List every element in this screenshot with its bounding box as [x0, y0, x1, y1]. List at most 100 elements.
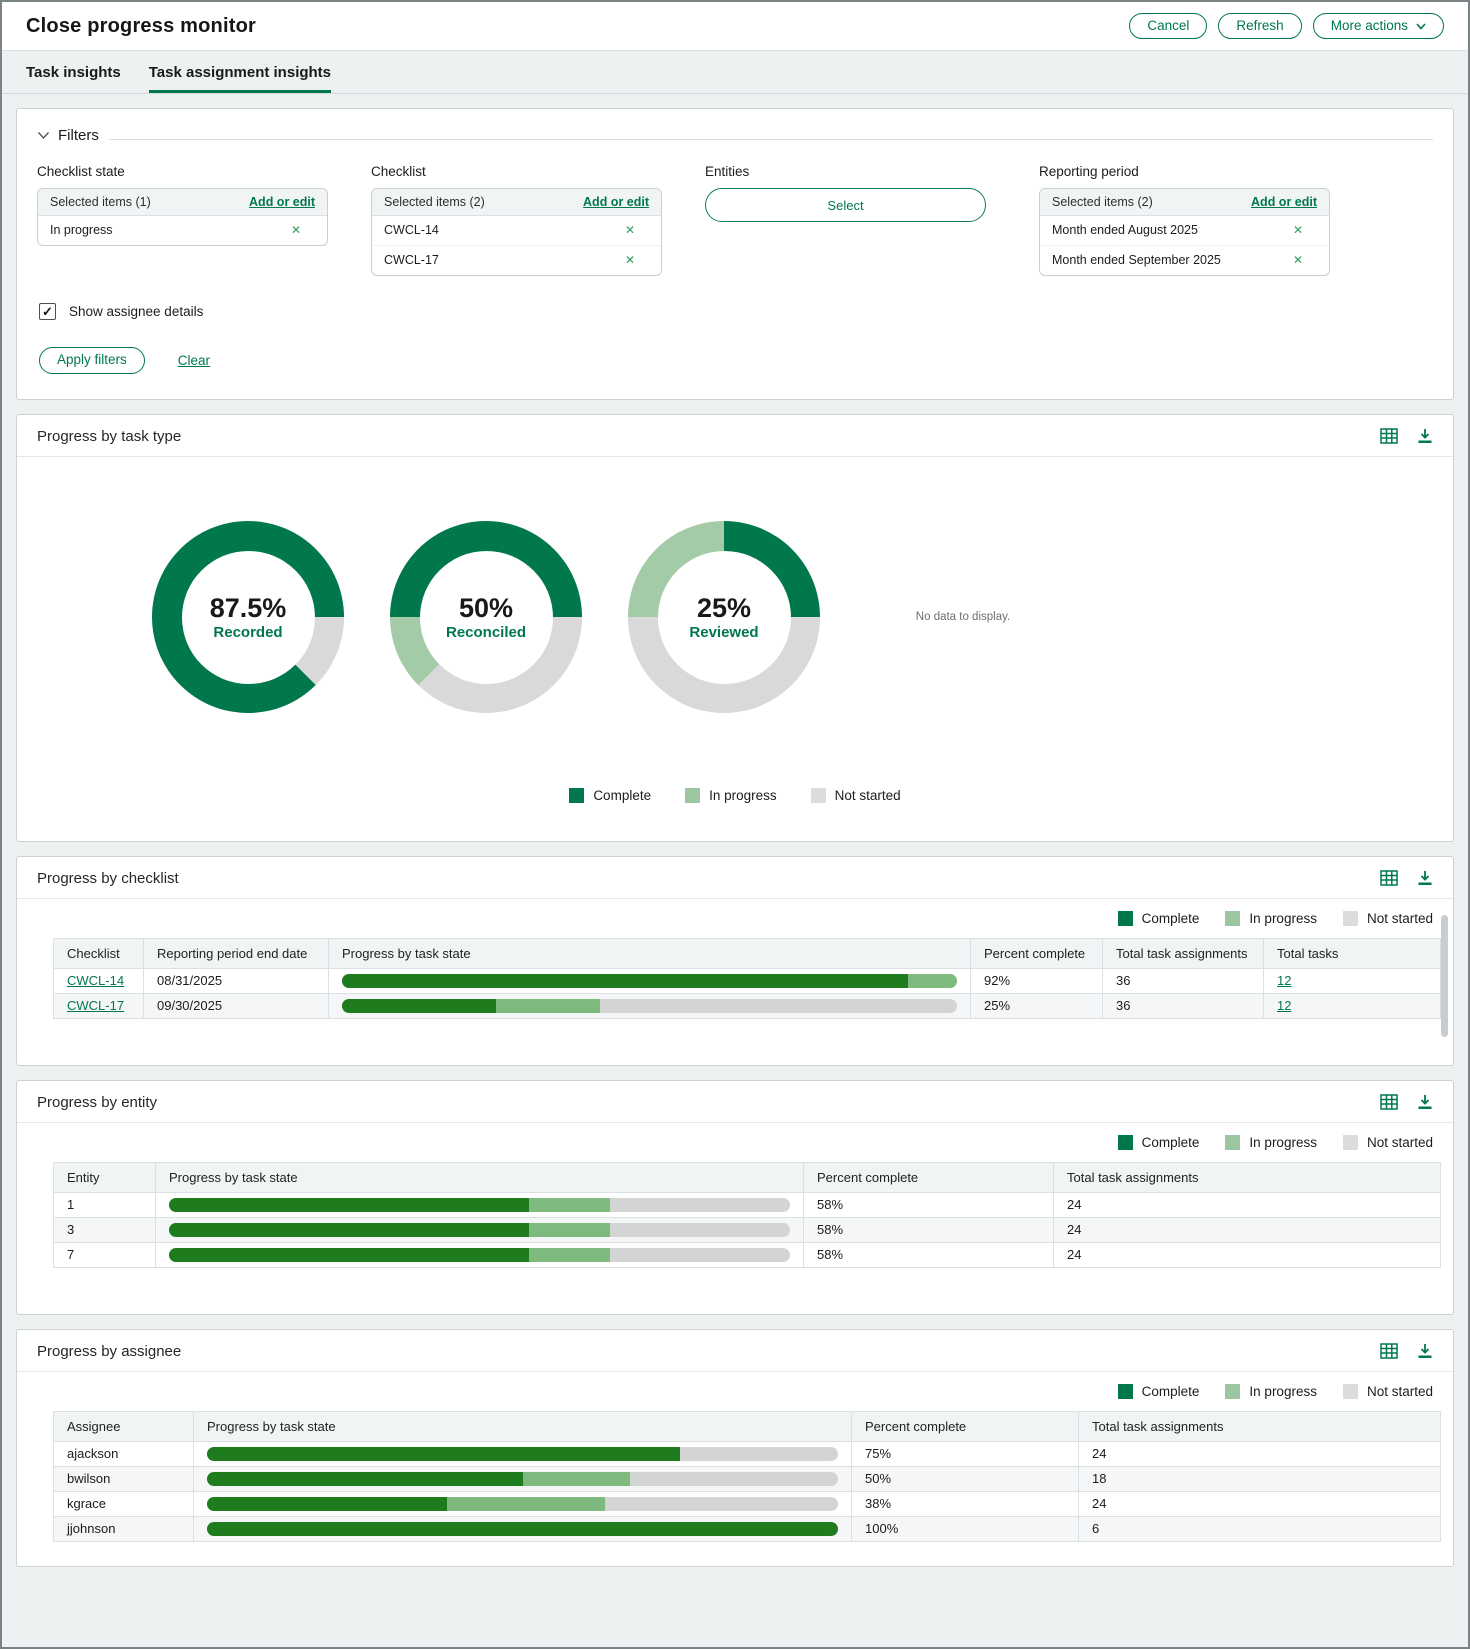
donut-reconciled: 50% Reconciled	[367, 521, 605, 713]
checklist-cell-link[interactable]: CWCL-17	[67, 998, 124, 1013]
clear-filters-link[interactable]: Clear	[178, 353, 210, 368]
legend-swatch	[1118, 911, 1133, 926]
checklist-cell: CWCL-14	[54, 968, 144, 993]
column-header: Assignee	[54, 1411, 194, 1441]
vertical-scrollbar[interactable]	[1441, 915, 1448, 1037]
table-view-icon[interactable]	[1380, 1094, 1398, 1110]
selected-item-label: CWCL-17	[384, 253, 439, 267]
download-icon[interactable]	[1417, 1343, 1433, 1359]
bar-complete-segment	[207, 1472, 523, 1486]
column-header: Total task assignments	[1079, 1411, 1441, 1441]
entity-row: 358%24	[54, 1217, 1441, 1242]
bar-complete-segment	[169, 1198, 529, 1212]
checklist-cell: CWCL-17	[54, 993, 144, 1018]
donut-center: 87.5% Recorded	[182, 551, 315, 684]
entity-cell: 3	[54, 1217, 156, 1242]
assignee-row: bwilson50%18	[54, 1466, 1441, 1491]
donut-percent: 87.5%	[210, 594, 287, 622]
total-assignments-cell: 24	[1054, 1242, 1441, 1267]
total-assignments-cell: 6	[1079, 1516, 1441, 1541]
column-header: Percent complete	[852, 1411, 1079, 1441]
filter-label: Checklist state	[37, 164, 328, 179]
bar-complete-segment	[342, 974, 908, 988]
legend-item-not-started: Not started	[1343, 1135, 1433, 1150]
legend-label: Complete	[1142, 911, 1200, 926]
panel-header: Progress by assignee	[17, 1330, 1453, 1372]
close-icon[interactable]: ✕	[625, 253, 649, 267]
filters-title: Filters	[58, 127, 99, 144]
apply-filters-button[interactable]: Apply filters	[39, 347, 145, 374]
percent-complete-cell: 25%	[971, 993, 1103, 1018]
no-data-message: No data to display.	[843, 611, 1083, 623]
legend-swatch	[1225, 1135, 1240, 1150]
total-tasks-cell-link[interactable]: 12	[1277, 973, 1291, 988]
selected-items-count: Selected items (1)	[50, 195, 151, 209]
panel-header: Progress by entity	[17, 1081, 1453, 1123]
download-icon[interactable]	[1417, 428, 1433, 444]
assignee-table-wrap: Assignee Progress by task state Percent …	[17, 1409, 1453, 1542]
more-actions-button[interactable]: More actions	[1313, 13, 1444, 40]
legend-item-not-started: Not started	[811, 788, 901, 803]
entities-select-button[interactable]: Select	[705, 188, 986, 222]
legend-swatch	[1343, 1135, 1358, 1150]
total-tasks-cell-link[interactable]: 12	[1277, 998, 1291, 1013]
show-assignee-details-label: Show assignee details	[69, 304, 203, 319]
show-assignee-details-row[interactable]: ✓ Show assignee details	[39, 303, 203, 320]
bar-complete-segment	[207, 1497, 447, 1511]
panel-title: Progress by checklist	[37, 870, 179, 887]
table-view-icon[interactable]	[1380, 428, 1398, 444]
bar-complete-segment	[342, 999, 496, 1013]
cancel-button[interactable]: Cancel	[1129, 13, 1207, 40]
percent-complete-cell: 58%	[804, 1242, 1054, 1267]
legend-swatch	[569, 788, 584, 803]
legend-label: Not started	[835, 788, 901, 803]
selected-items-header: Selected items (2) Add or edit	[372, 189, 661, 216]
progress-bar	[342, 974, 957, 988]
download-icon[interactable]	[1417, 1094, 1433, 1110]
legend-label: In progress	[1249, 911, 1317, 926]
add-or-edit-link[interactable]: Add or edit	[583, 195, 649, 209]
legend-item-not-started: Not started	[1343, 1384, 1433, 1399]
total-assignments-cell: 24	[1054, 1217, 1441, 1242]
progress-bar	[169, 1198, 790, 1212]
percent-complete-cell: 100%	[852, 1516, 1079, 1541]
assignee-cell: kgrace	[54, 1491, 194, 1516]
filter-groups: Checklist state Selected items (1) Add o…	[37, 164, 1433, 276]
checklist-cell-link[interactable]: CWCL-14	[67, 973, 124, 988]
legend-label: Complete	[1142, 1384, 1200, 1399]
tab-task-assignment-insights[interactable]: Task assignment insights	[149, 51, 331, 93]
close-icon[interactable]: ✕	[291, 223, 315, 237]
table-view-icon[interactable]	[1380, 1343, 1398, 1359]
table-view-icon[interactable]	[1380, 870, 1398, 886]
close-icon[interactable]: ✕	[625, 223, 649, 237]
refresh-button[interactable]: Refresh	[1218, 13, 1301, 40]
progress-bar	[342, 999, 957, 1013]
progress-by-entity-panel: Progress by entity CompleteIn progressNo…	[16, 1080, 1454, 1315]
bar-complete-segment	[169, 1223, 529, 1237]
legend-label: Not started	[1367, 1135, 1433, 1150]
progress-bar	[207, 1497, 838, 1511]
close-icon[interactable]: ✕	[1293, 253, 1317, 267]
assignee-cell: jjohnson	[54, 1516, 194, 1541]
show-assignee-details-checkbox[interactable]: ✓	[39, 303, 56, 320]
column-header: Percent complete	[971, 938, 1103, 968]
bar-complete-segment	[169, 1248, 529, 1262]
chevron-down-icon[interactable]	[37, 131, 50, 140]
selected-item: CWCL-14 ✕	[372, 216, 661, 245]
add-or-edit-link[interactable]: Add or edit	[1251, 195, 1317, 209]
percent-complete-cell: 38%	[852, 1491, 1079, 1516]
total-assignments-cell: 18	[1079, 1466, 1441, 1491]
tab-task-insights[interactable]: Task insights	[26, 51, 121, 93]
download-icon[interactable]	[1417, 870, 1433, 886]
close-icon[interactable]: ✕	[1293, 223, 1317, 237]
progress-by-checklist-table: Checklist Reporting period end date Prog…	[53, 938, 1441, 1019]
column-header: Progress by task state	[156, 1162, 804, 1192]
add-or-edit-link[interactable]: Add or edit	[249, 195, 315, 209]
chart-legend: CompleteIn progressNot started	[17, 899, 1453, 936]
total-assignments-cell: 24	[1054, 1192, 1441, 1217]
end-date-cell: 09/30/2025	[144, 993, 329, 1018]
end-date-cell: 08/31/2025	[144, 968, 329, 993]
selected-item: Month ended September 2025 ✕	[1040, 245, 1329, 275]
selected-items-card: Selected items (2) Add or edit Month end…	[1039, 188, 1330, 276]
legend-swatch	[811, 788, 826, 803]
